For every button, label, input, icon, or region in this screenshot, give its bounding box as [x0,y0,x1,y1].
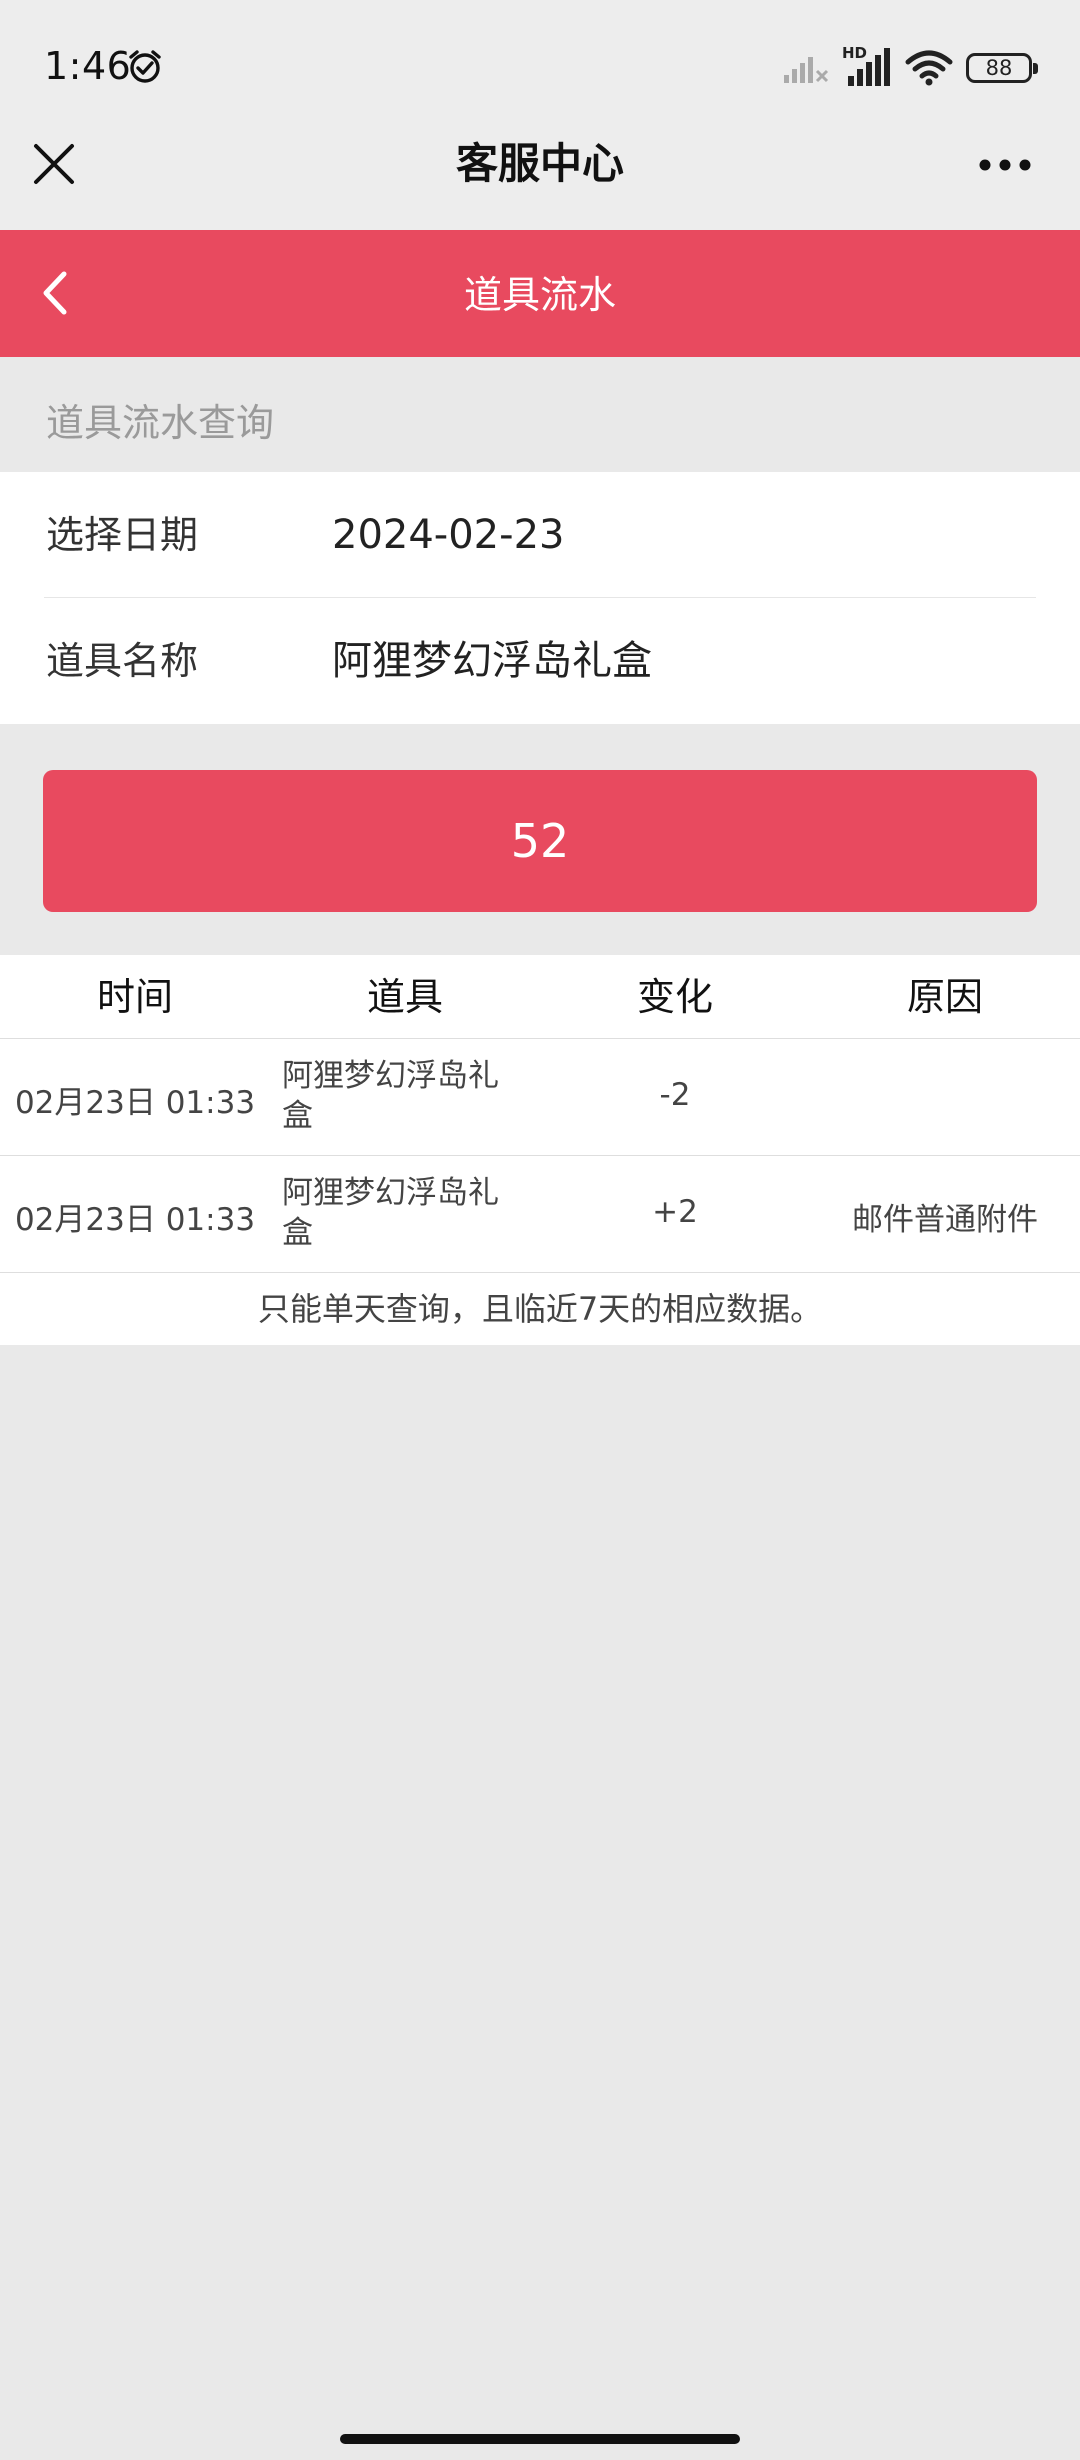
row-item-line: 阿狸梦幻浮岛礼 [282,1175,499,1211]
row-change: +2 [652,1194,698,1230]
wifi-icon [905,50,953,86]
nav-title: 道具流水 [463,273,616,317]
row-item-line: 盒 [282,1098,313,1134]
page: 1:46 HD 88 客服中心 道具流水 道具流水查询 选择日期 2024-02… [0,0,1080,2460]
row-item-line: 阿狸梦幻浮岛礼 [282,1058,499,1094]
more-icon[interactable] [978,158,1032,172]
home-indicator [340,2434,740,2444]
column-header-reason: 原因 [906,975,983,1019]
column-header-time: 时间 [96,975,173,1019]
table-divider [0,1155,1080,1156]
row-time: 02月23日 01:33 [14,1085,256,1121]
row-change: -2 [659,1077,691,1113]
table-note: 只能单天查询，且临近7天的相应数据。 [257,1290,823,1328]
page-title: 客服中心 [455,139,624,188]
item-field[interactable]: 道具名称 阿狸梦幻浮岛礼盒 [0,598,1080,724]
signal-strong-icon: HD [842,44,892,88]
row-time: 02月23日 01:33 [14,1202,256,1238]
date-label: 选择日期 [46,513,199,557]
column-header-change: 变化 [636,975,713,1019]
item-value[interactable]: 阿狸梦幻浮岛礼盒 [332,598,652,724]
status-icons: HD 88 [782,44,1038,88]
section-title: 道具流水查询 [46,401,275,445]
row-item: 阿狸梦幻浮岛礼 盒 [282,1056,542,1136]
row-item: 阿狸梦幻浮岛礼 盒 [282,1173,542,1253]
column-header-item: 道具 [366,975,443,1019]
query-button[interactable]: 52 [43,770,1037,912]
item-label: 道具名称 [46,639,199,683]
row-item-line: 盒 [282,1215,313,1251]
status-time: 1:46 [44,44,132,88]
alarm-clock-icon [129,50,161,83]
battery-icon: 88 [966,53,1038,83]
date-field[interactable]: 选择日期 2024-02-23 [0,472,1080,598]
battery-level: 88 [985,56,1013,80]
table-divider [0,1038,1080,1039]
row-reason: 邮件普通附件 [852,1202,1038,1238]
date-value[interactable]: 2024-02-23 [332,472,564,598]
signal-weak-icon [784,57,829,83]
